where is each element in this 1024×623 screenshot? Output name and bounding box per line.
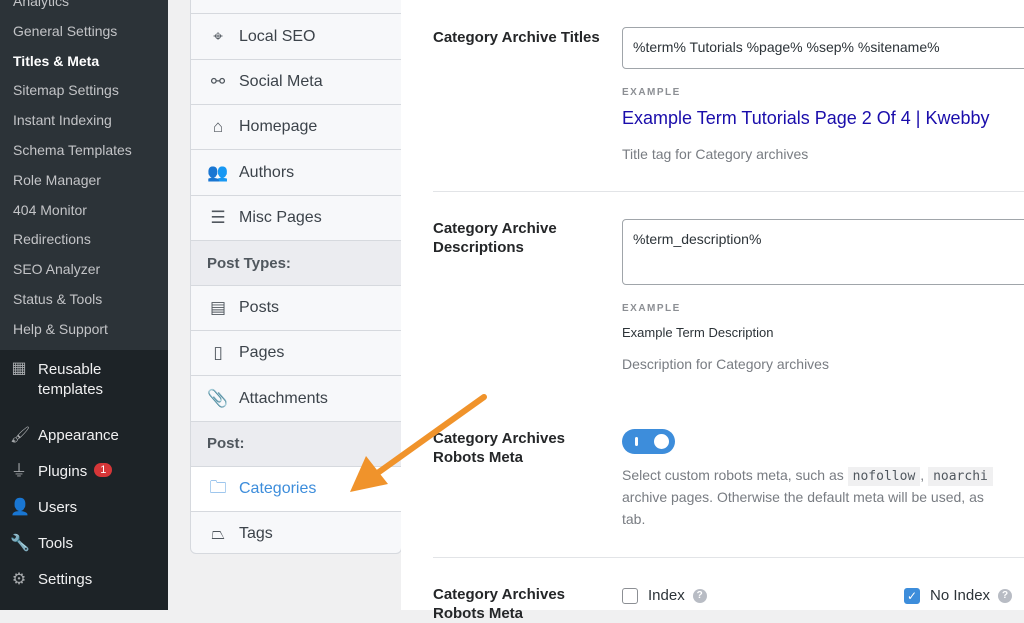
arrow-annotation <box>350 394 487 492</box>
